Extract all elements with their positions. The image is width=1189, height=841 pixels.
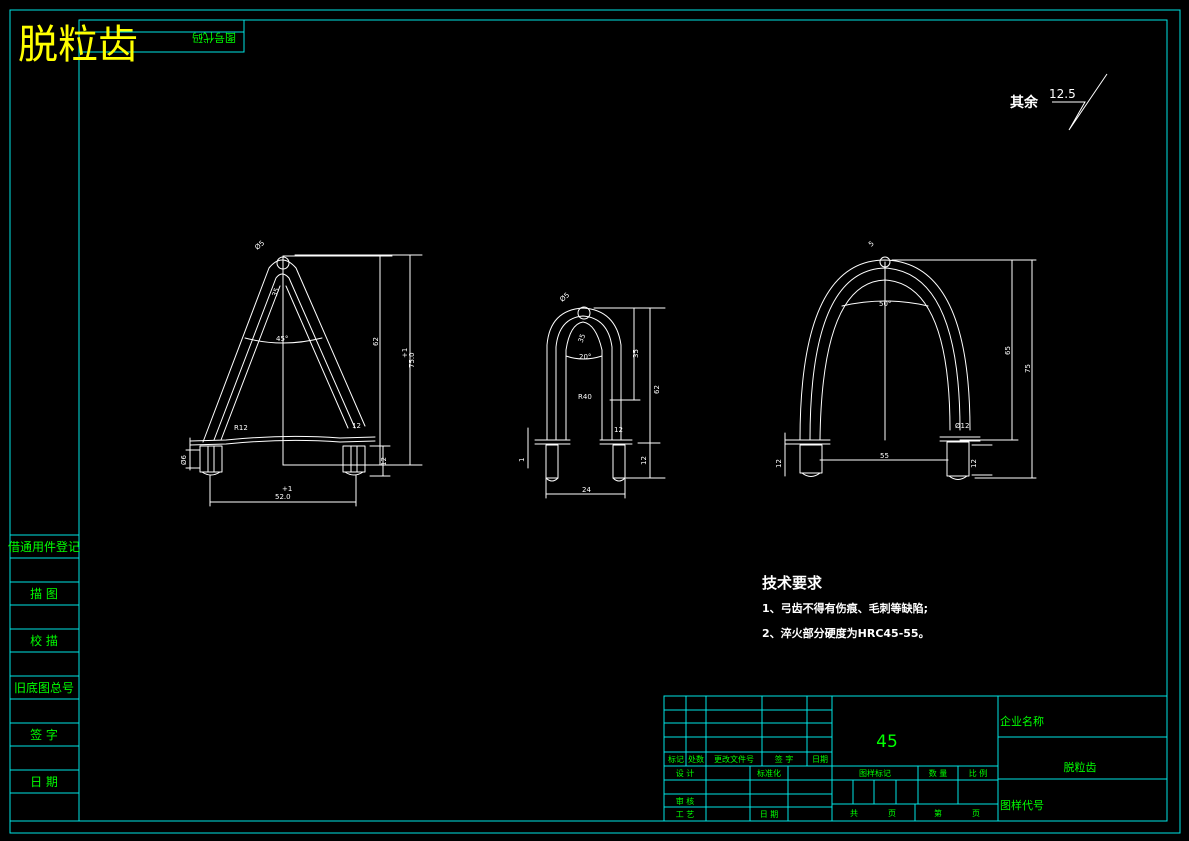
- v1-dim-35: 35: [271, 287, 282, 298]
- drawing-title: 脱粒齿: [18, 22, 138, 68]
- tb-sheet: 页: [888, 809, 896, 818]
- v1-dim-12b: 12: [352, 422, 361, 430]
- tb-design: 设 计: [676, 768, 695, 778]
- surface-finish-symbol: 其余 12.5: [1010, 73, 1108, 131]
- sidebar-label-5: 日 期: [30, 775, 58, 789]
- tb-process: 工 艺: [676, 810, 695, 819]
- inner-border: [78, 19, 1168, 822]
- surface-finish-label: 其余: [1010, 94, 1039, 111]
- tb-company: 企业名称: [1000, 714, 1044, 728]
- v1-dim-dia6: Ø6: [180, 454, 188, 465]
- v2-dim-24: 24: [582, 486, 591, 494]
- surface-finish-value: 12.5: [1049, 87, 1076, 101]
- sidebar-label-0: 借通用件登记: [8, 539, 80, 554]
- tech-req-title: 技术要求: [762, 574, 823, 592]
- tb-standardization: 标准化: [757, 768, 781, 778]
- v1-dim-52-tol: +1: [282, 485, 292, 493]
- tech-requirements: 技术要求 1、弓齿不得有伤痕、毛刺等缺陷; 2、淬火部分硬度为HRC45-55。: [762, 574, 930, 640]
- sidebar-label-4: 签 字: [30, 727, 58, 742]
- v2-dim-dia5: Ø5: [558, 291, 571, 304]
- v2-dim-35b: 35: [632, 349, 640, 358]
- tb-rev-h-3: 签 字: [775, 754, 794, 764]
- v1-dim-75-tol: +1: [401, 348, 409, 358]
- v2-dim-62: 62: [653, 385, 661, 394]
- view-2-u-shape: [527, 306, 666, 499]
- v2-dim-1: 1: [518, 458, 526, 462]
- tb-scale: 比 例: [969, 768, 988, 778]
- tb-page: 页: [972, 809, 980, 818]
- tb-material: 45: [876, 732, 898, 752]
- v1-dim-angle: 45°: [276, 335, 288, 343]
- v3-dim-dia12: Ø12: [955, 422, 969, 430]
- v1-dim-r12: R12: [234, 424, 248, 432]
- v3-dim-75: 75: [1024, 364, 1032, 373]
- tb-page-no: 第: [934, 808, 942, 818]
- sidebar-label-3: 旧底图总号: [14, 680, 74, 695]
- tech-req-item-1: 1、弓齿不得有伤痕、毛刺等缺陷;: [762, 601, 928, 615]
- drawing-canvas: 图号代码 脱粒齿 借通用件登记 描 图 校 描 旧底图总号 签 字 日 期 其余…: [8, 9, 1181, 834]
- view-3-arch: [784, 256, 1037, 480]
- tb-rev-h-4: 日期: [812, 755, 828, 764]
- tb-total: 共: [850, 809, 858, 818]
- v2-dim-35a: 35: [577, 333, 588, 344]
- tech-req-item-2: 2、淬火部分硬度为HRC45-55。: [762, 626, 930, 640]
- v3-dim-12b: 12: [775, 459, 783, 468]
- tb-date: 日 期: [760, 810, 779, 819]
- tb-weight: 数 量: [929, 768, 948, 778]
- tb-part-name: 脱粒齿: [1064, 760, 1097, 774]
- v2-dim-12b: 12: [614, 426, 623, 434]
- tb-drawing-no: 图样代号: [1000, 798, 1044, 812]
- sidebar-label-2: 校 描: [30, 633, 58, 648]
- v3-dim-65: 65: [1004, 346, 1012, 355]
- v3-dim-r5: 5: [867, 240, 876, 249]
- tb-rev-h-0: 标记: [668, 754, 684, 764]
- v1-dim-52: 52.0: [275, 493, 291, 501]
- v2-dim-12: 12: [640, 456, 648, 465]
- v1-dim-12a: 12: [380, 457, 388, 466]
- v1-dim-62: 62: [372, 337, 380, 346]
- view-1-a-shape: [185, 254, 423, 507]
- v3-dim-12: 12: [970, 459, 978, 468]
- v1-dim-dia5: Ø5: [253, 239, 266, 252]
- tb-rev-h-1: 处数: [688, 754, 704, 764]
- tb-review: 审 核: [676, 796, 695, 806]
- v3-dim-55: 55: [880, 452, 889, 460]
- tb-stage-mark: 图样标记: [859, 768, 891, 778]
- tb-rev-h-2: 更改文件号: [714, 754, 754, 764]
- v2-dim-angle: 20°: [579, 353, 591, 361]
- sidebar-label-1: 描 图: [30, 587, 58, 601]
- v2-dim-r40: R40: [578, 393, 592, 401]
- v3-dim-angle: 50°: [879, 300, 891, 308]
- outer-border: [9, 9, 1181, 834]
- v1-dim-75: 75.0: [408, 352, 416, 368]
- mirrored-stamp-text: 图号代码: [192, 31, 236, 44]
